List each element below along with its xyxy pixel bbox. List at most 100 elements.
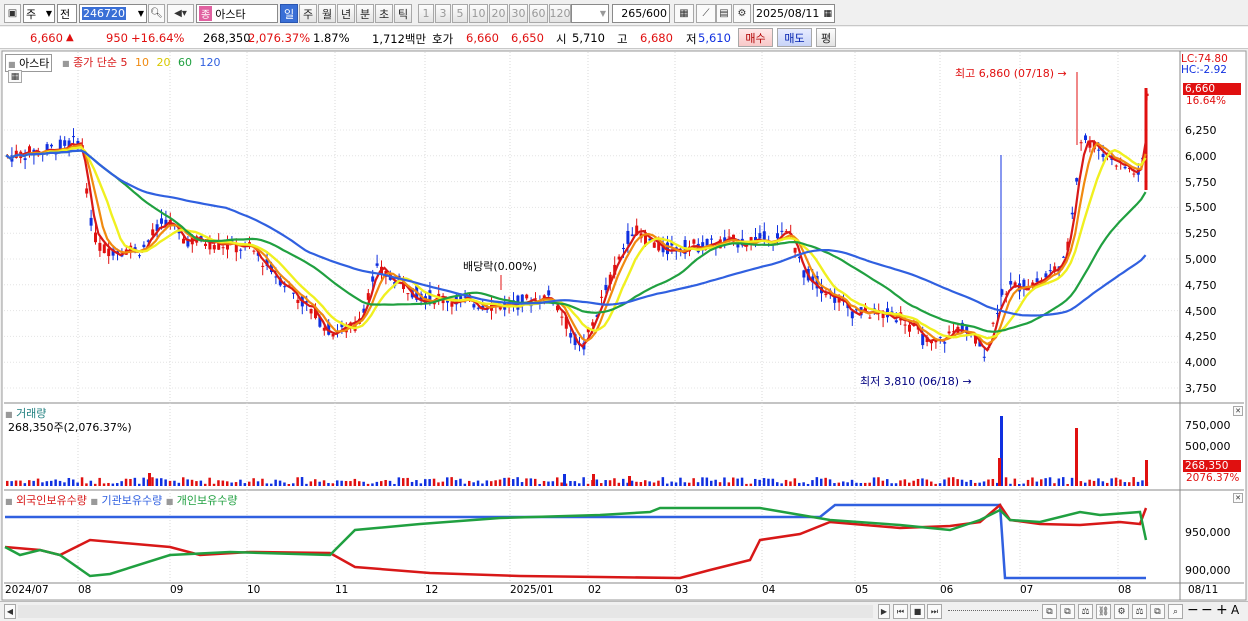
stop-icon[interactable]: ■ — [910, 604, 925, 619]
minute-button-20[interactable]: 20 — [489, 4, 508, 23]
volume-bar — [952, 477, 955, 486]
volume-bar — [32, 480, 35, 486]
volume-bar — [107, 482, 110, 486]
draw-tool-icon[interactable]: ⟋ — [696, 4, 716, 23]
volume-bar — [908, 482, 911, 486]
volume-bar — [362, 481, 365, 486]
period-mode-value: 주 — [26, 7, 37, 21]
layout-icon-2[interactable]: ⧉ — [1060, 604, 1075, 619]
volume-bar — [1013, 478, 1017, 486]
volume-bar — [864, 482, 867, 486]
scroll-left-icon[interactable]: ◀ — [4, 604, 16, 619]
compare-icon[interactable]: ⚖ — [1132, 604, 1147, 619]
scroll-track[interactable] — [18, 605, 873, 618]
minute-button-3[interactable]: 3 — [435, 4, 451, 23]
period-mode-select[interactable]: 주 ▼ — [23, 4, 55, 23]
volume-bar — [608, 480, 612, 486]
volume-bar — [221, 480, 225, 486]
volume-bar — [432, 478, 436, 486]
minute-button-30[interactable]: 30 — [509, 4, 528, 23]
volume-bar — [270, 483, 273, 486]
minute-button-10[interactable]: 10 — [469, 4, 488, 23]
copy-icon[interactable]: ⧉ — [1150, 604, 1165, 619]
stock-code-input[interactable]: 246720 ▼ — [79, 4, 147, 23]
fast-forward-icon[interactable]: ⏭ — [927, 604, 942, 619]
ma10-label: 10 — [135, 56, 150, 69]
rewind-icon[interactable]: ⏮ — [893, 604, 908, 619]
candle-body — [296, 299, 300, 303]
volume-bar — [674, 482, 678, 486]
candle-body — [630, 234, 634, 237]
last-pct-tag: 16.64% — [1186, 95, 1227, 107]
search-icon[interactable]: 🔍︎ — [148, 4, 165, 23]
interval-button-0[interactable]: 일 — [280, 4, 298, 23]
volume-bar — [10, 481, 13, 486]
ma-legend: ■ 종가 단순 5 10 20 60 120 — [62, 54, 221, 70]
flat-button[interactable]: 평 — [816, 28, 836, 47]
close-icon[interactable]: ✕ — [1233, 406, 1243, 416]
volume-bar — [657, 480, 660, 486]
volume-bar — [1070, 477, 1074, 486]
volume-bar — [991, 478, 995, 486]
minute-button-1[interactable]: 1 — [418, 4, 434, 23]
count-field[interactable]: 265/600 — [612, 4, 670, 23]
window-icon[interactable]: ▣ — [4, 4, 21, 23]
settings-icon[interactable]: ⚙ — [1114, 604, 1129, 619]
scroll-right-icon[interactable]: ▶ — [878, 604, 890, 619]
candle-body — [98, 242, 102, 251]
volume-spike — [148, 473, 151, 486]
interval-button-5[interactable]: 초 — [375, 4, 393, 23]
minute-button-120[interactable]: 120 — [549, 4, 571, 23]
volume-spike — [628, 476, 631, 486]
zoom-in-icon[interactable]: + — [1216, 602, 1228, 618]
interval-button-3[interactable]: 년 — [337, 4, 355, 23]
volume-bar — [239, 479, 242, 486]
dot-icon: ■ — [90, 497, 98, 506]
indicator-icon[interactable]: ⚖ — [1078, 604, 1093, 619]
layout-icon[interactable]: ⧉ — [1042, 604, 1057, 619]
search-icon[interactable]: ⌕ — [1168, 604, 1183, 619]
interval-button-4[interactable]: 분 — [356, 4, 374, 23]
zoom-out-icon[interactable]: − — [1187, 602, 1199, 618]
candle-body — [102, 244, 106, 254]
minute-button-5[interactable]: 5 — [452, 4, 468, 23]
shrink-icon[interactable]: − — [1201, 602, 1213, 618]
candle-body — [63, 140, 67, 146]
x-tick-label: 10 — [247, 584, 261, 596]
zoom-slider[interactable] — [948, 610, 1038, 613]
volume-bar — [296, 477, 299, 486]
speaker-icon[interactable]: ◀▾ — [167, 4, 194, 23]
volume-bar — [780, 483, 783, 486]
save-icon[interactable]: ▤ — [716, 4, 732, 23]
link-icon[interactable]: ⛓ — [1096, 604, 1111, 619]
interval-button-1[interactable]: 주 — [299, 4, 317, 23]
candle-body — [107, 248, 111, 257]
close-icon[interactable]: ✕ — [1233, 493, 1243, 503]
candle-body — [261, 265, 265, 267]
volume-bar — [718, 482, 722, 486]
font-size-icon[interactable]: A — [1231, 603, 1239, 617]
volume-pct: 2,076.37% — [248, 31, 311, 45]
chart-canvas[interactable] — [0, 50, 1248, 601]
arrow-right-icon: → — [962, 375, 972, 388]
interval-button-2[interactable]: 월 — [318, 4, 336, 23]
custom-interval-select[interactable]: ▼ — [571, 4, 609, 23]
candle-body — [85, 188, 89, 194]
date-input[interactable]: 2025/08/11 ▦ — [753, 4, 835, 23]
interval-button-6[interactable]: 틱 — [394, 4, 412, 23]
volume-bar — [265, 483, 269, 486]
volume-bar — [190, 479, 194, 486]
grid-toggle-icon[interactable]: ▦ — [8, 70, 22, 83]
volume-bar — [789, 481, 792, 486]
candle-body — [626, 230, 630, 244]
buy-button[interactable]: 매수 — [738, 28, 773, 47]
volume-spike — [1145, 460, 1148, 486]
chart-tool-icon[interactable]: ▦ — [674, 4, 694, 23]
stock-name-field[interactable]: 종 아스타 — [196, 4, 278, 23]
sell-button[interactable]: 매도 — [777, 28, 812, 47]
arrow-right-icon: → — [1057, 67, 1067, 80]
volume-bar — [481, 483, 484, 486]
minute-button-60[interactable]: 60 — [529, 4, 548, 23]
gear-icon[interactable]: ⚙ — [733, 4, 751, 23]
prev-field[interactable]: 전 — [57, 4, 77, 23]
